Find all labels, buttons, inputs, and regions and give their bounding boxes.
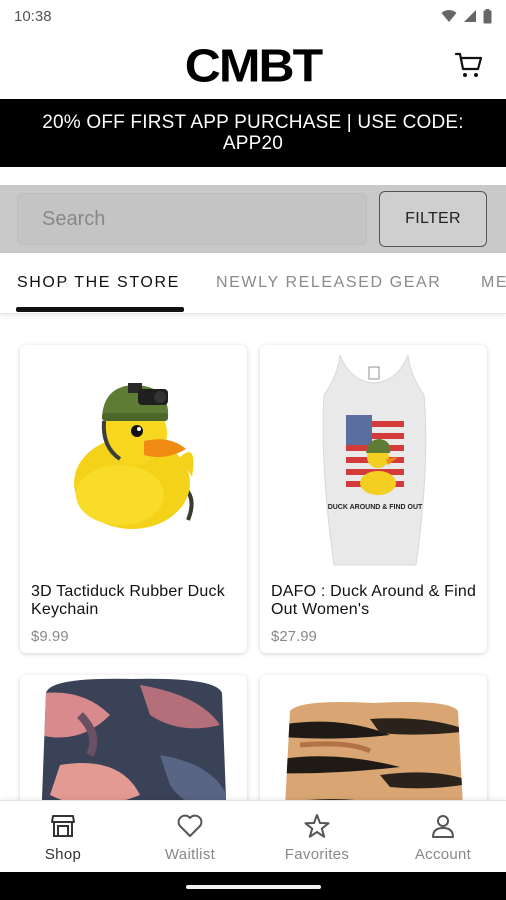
active-tab-indicator bbox=[16, 307, 184, 312]
product-title: 3D Tactiduck Rubber Duck Keychain bbox=[31, 583, 225, 618]
product-title: DAFO : Duck Around & Find Out Women's bbox=[271, 583, 477, 618]
tab-more[interactable]: ME bbox=[481, 274, 506, 292]
filter-button[interactable]: FILTER bbox=[379, 191, 487, 247]
status-time: 10:38 bbox=[14, 7, 52, 25]
svg-text:CMBT: CMBT bbox=[185, 43, 323, 89]
heart-icon bbox=[177, 814, 203, 837]
cart-icon[interactable] bbox=[454, 50, 484, 80]
promo-code: APP20 bbox=[222, 133, 284, 154]
nav-label: Account bbox=[414, 846, 472, 863]
product-image: DUCK AROUND & FIND OUT bbox=[260, 345, 487, 573]
star-icon bbox=[304, 814, 330, 838]
app-header: CMBT bbox=[0, 32, 506, 99]
bottom-navigation: Shop Waitlist Favorites Account bbox=[0, 800, 506, 872]
brand-logo: CMBT bbox=[185, 43, 325, 89]
nav-shop[interactable]: Shop bbox=[0, 801, 126, 873]
product-image bbox=[20, 345, 247, 573]
promo-banner[interactable]: 20% OFF FIRST APP PURCHASE | USE CODE: A… bbox=[0, 99, 506, 167]
shop-icon bbox=[51, 815, 75, 837]
signal-icon bbox=[464, 10, 476, 22]
nav-label: Shop bbox=[44, 846, 82, 863]
battery-icon bbox=[483, 8, 492, 23]
nav-account[interactable]: Account bbox=[380, 801, 506, 873]
nav-favorites[interactable]: Favorites bbox=[254, 801, 380, 873]
product-price: $9.99 bbox=[31, 628, 69, 645]
status-icons bbox=[441, 8, 492, 24]
system-gesture-bar bbox=[0, 872, 506, 900]
product-card[interactable]: 3D Tactiduck Rubber Duck Keychain $9.99 bbox=[20, 345, 247, 653]
tank-print-text: DUCK AROUND & FIND OUT bbox=[328, 504, 423, 511]
nav-label: Waitlist bbox=[164, 846, 216, 863]
search-bar: Search FILTER bbox=[0, 185, 506, 253]
product-price: $27.99 bbox=[271, 628, 317, 645]
status-bar: 10:38 bbox=[0, 0, 506, 32]
product-card[interactable]: DUCK AROUND & FIND OUT DAFO : Duck Aroun… bbox=[260, 345, 487, 653]
nav-label: Favorites bbox=[284, 846, 350, 863]
person-icon bbox=[432, 815, 454, 838]
tab-shop-the-store[interactable]: SHOP THE STORE bbox=[17, 274, 180, 292]
home-gesture-handle[interactable] bbox=[186, 885, 321, 889]
tab-newly-released-gear[interactable]: NEWLY RELEASED GEAR bbox=[216, 274, 441, 292]
wifi-icon bbox=[441, 10, 457, 22]
nav-waitlist[interactable]: Waitlist bbox=[127, 801, 253, 873]
category-tabs: SHOP THE STORE NEWLY RELEASED GEAR ME bbox=[0, 256, 506, 314]
promo-line-1: 20% OFF FIRST APP PURCHASE | USE CODE: bbox=[42, 112, 464, 133]
search-input[interactable]: Search bbox=[17, 193, 367, 245]
